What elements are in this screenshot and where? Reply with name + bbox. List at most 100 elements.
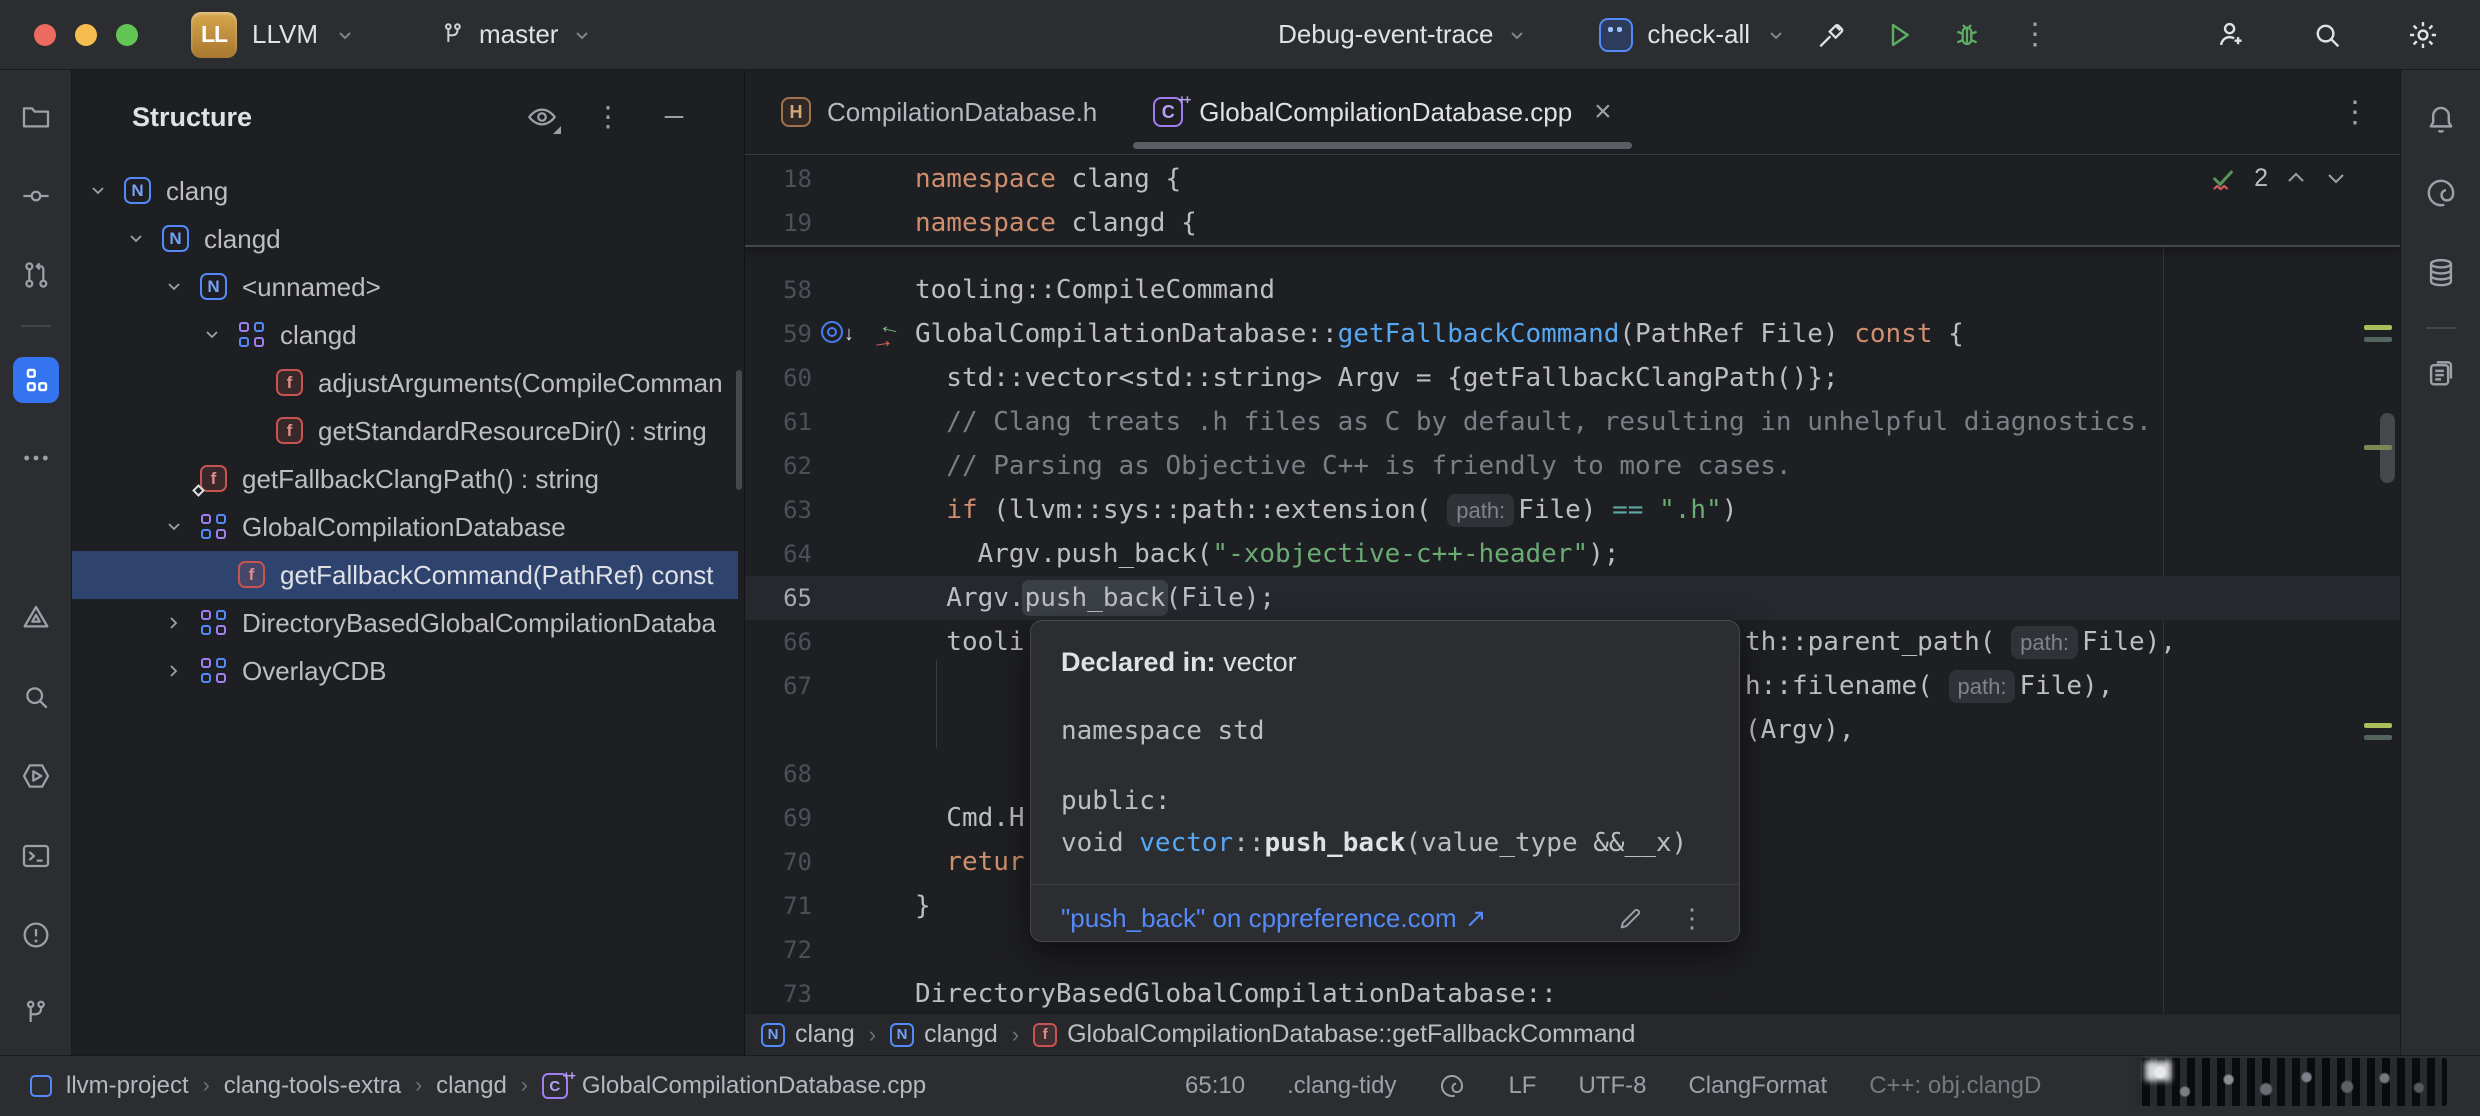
code-line[interactable]: 60 std::vector<std::string> Argv = {getF… [745, 356, 2400, 400]
pull-requests-tool-button[interactable] [13, 252, 59, 298]
tab-list-options-icon[interactable]: ⋮ [2340, 95, 2400, 130]
cppreference-link[interactable]: "push_back" on cppreference.com ↗ [1061, 903, 1486, 934]
build-button[interactable] [1808, 12, 1854, 58]
view-options-button[interactable] [524, 99, 560, 135]
close-window-button[interactable] [34, 24, 56, 46]
previous-highlight-icon[interactable] [2284, 166, 2308, 190]
edit-icon[interactable] [1617, 904, 1645, 932]
code-line[interactable]: 19namespace clangd { [745, 201, 2400, 245]
breadcrumb-clang[interactable]: clang [761, 1020, 855, 1049]
code-line[interactable]: 18namespace clang { [745, 157, 2400, 201]
inspections-widget[interactable]: 2 [2208, 163, 2348, 193]
zoom-window-button[interactable] [116, 24, 138, 46]
clang-tidy-widget[interactable]: .clang-tidy [1287, 1072, 1396, 1100]
chevron-right-icon[interactable] [164, 661, 184, 681]
hide-panel-button[interactable] [656, 99, 692, 135]
structure-tree-item[interactable]: clangd [72, 311, 738, 359]
breadcrumb-separator: › [869, 1022, 876, 1048]
vcs-branch-widget[interactable]: master [439, 19, 592, 50]
overriding-marker-icon[interactable] [821, 321, 843, 343]
code-with-me-button[interactable] [2208, 12, 2254, 58]
commit-tool-button[interactable] [13, 173, 59, 219]
code-line[interactable]: 73DirectoryBasedGlobalCompilationDatabas… [745, 972, 2400, 1013]
run-configuration-selector[interactable]: Debug-event-trace [1278, 19, 1527, 50]
structure-tree-item[interactable]: DirectoryBasedGlobalCompilationDataba [72, 599, 738, 647]
code-line[interactable]: 61 // Clang treats .h files as C by defa… [745, 400, 2400, 444]
chevron-down-icon[interactable] [202, 325, 222, 345]
recursive-call-icon[interactable]: ←→ [871, 312, 907, 356]
database-tool-button[interactable] [2418, 250, 2464, 296]
code-line[interactable]: 64 Argv.push_back("-xobjective-c++-heade… [745, 532, 2400, 576]
caret-position-widget[interactable]: 65:10 [1185, 1072, 1245, 1100]
inspections-tool-button[interactable] [13, 594, 59, 640]
documentation-tool-button[interactable] [2418, 350, 2464, 396]
chevron-right-icon[interactable] [164, 613, 184, 633]
structure-tree-item[interactable]: OverlayCDB [72, 647, 738, 695]
change-mark[interactable] [2364, 337, 2392, 342]
popup-more-icon[interactable]: ⋮ [1679, 903, 1705, 934]
tree-item-label: adjustArguments(CompileComman [318, 359, 723, 407]
run-button[interactable] [1876, 12, 1922, 58]
more-actions-button[interactable]: ⋮ [2012, 12, 2058, 58]
services-tool-button[interactable] [13, 753, 59, 799]
namespace-icon [162, 225, 189, 252]
search-everywhere-button[interactable] [2304, 12, 2350, 58]
breadcrumb-function[interactable]: GlobalCompilationDatabase::getFallbackCo… [1033, 1020, 1635, 1049]
change-mark[interactable] [2364, 735, 2392, 740]
code-line[interactable]: 58tooling::CompileCommand [745, 268, 2400, 312]
structure-tree-item[interactable]: <unnamed> [72, 263, 738, 311]
minimize-window-button[interactable] [75, 24, 97, 46]
change-mark[interactable] [2364, 445, 2392, 450]
structure-tree-item[interactable]: getFallbackClangPath() : string [72, 455, 738, 503]
debug-button[interactable] [1944, 12, 1990, 58]
structure-tree-item[interactable]: adjustArguments(CompileComman [72, 359, 738, 407]
change-mark[interactable] [2364, 325, 2392, 330]
project-widget[interactable]: LL LLVM [191, 12, 355, 58]
problems-tool-button[interactable] [13, 912, 59, 958]
code-line[interactable]: 62 // Parsing as Objective C++ is friend… [745, 444, 2400, 488]
commit-icon [20, 180, 52, 212]
code-token: namespace [915, 164, 1056, 194]
code-line[interactable]: 63 if (llvm::sys::path::extension( path:… [745, 488, 2400, 532]
editor-column: CompilationDatabase.h GlobalCompilationD… [745, 70, 2400, 1055]
structure-scrollbar[interactable] [736, 370, 742, 490]
structure-tree-item[interactable]: clangd [72, 215, 738, 263]
code-line[interactable]: 65 Argv.push_back(File); [745, 576, 2400, 620]
ai-assistant-tool-button[interactable] [2418, 170, 2464, 216]
encoding-widget[interactable]: UTF-8 [1578, 1072, 1646, 1100]
structure-tree-item[interactable]: clang [72, 167, 738, 215]
next-highlight-icon[interactable] [2324, 166, 2348, 190]
structure-tree-item[interactable]: getFallbackCommand(PathRef) const [72, 551, 738, 599]
build-target-selector[interactable]: check-all [1599, 18, 1786, 52]
chevron-down-icon[interactable] [164, 277, 184, 297]
line-separator-widget[interactable]: LF [1508, 1072, 1536, 1100]
inspections-ok-icon [2208, 163, 2238, 193]
notifications-tool-button[interactable] [2418, 97, 2464, 143]
structure-tool-button[interactable] [13, 357, 59, 403]
close-tab-icon[interactable]: × [1594, 95, 1612, 129]
language-context-widget: C++: obj.clangD [1869, 1072, 2041, 1100]
code-token: th::parent_path( [1745, 627, 2011, 657]
terminal-tool-button[interactable] [13, 833, 59, 879]
chevron-down-icon[interactable] [88, 181, 108, 201]
structure-tree-item[interactable]: getStandardResourceDir() : string [72, 407, 738, 455]
clang-format-widget[interactable]: ClangFormat [1688, 1072, 1827, 1100]
settings-button[interactable] [2400, 12, 2446, 58]
code-editor[interactable]: 58tooling::CompileCommand59←→GlobalCompi… [745, 155, 2400, 1013]
panel-options-button[interactable]: ⋮ [590, 99, 626, 135]
breadcrumb-clangd[interactable]: clangd [890, 1020, 998, 1049]
project-tool-button[interactable] [13, 94, 59, 140]
chevron-down-icon[interactable] [126, 229, 146, 249]
status-path[interactable]: llvm-project› clang-tools-extra› clangd›… [30, 1056, 926, 1116]
more-tools-button[interactable] [13, 435, 59, 481]
tab-compilationdatabase-h[interactable]: CompilationDatabase.h [753, 70, 1125, 154]
tab-globalcompilationdatabase-cpp[interactable]: GlobalCompilationDatabase.cpp × [1125, 70, 1639, 154]
build-target-name: check-all [1647, 19, 1750, 50]
code-line[interactable]: 59←→GlobalCompilationDatabase::getFallba… [745, 312, 2400, 356]
find-tool-button[interactable] [13, 674, 59, 720]
structure-tree-item[interactable]: GlobalCompilationDatabase [72, 503, 738, 551]
change-mark[interactable] [2364, 723, 2392, 728]
chevron-down-icon[interactable] [164, 517, 184, 537]
ai-status-icon[interactable] [1438, 1072, 1466, 1100]
version-control-tool-button[interactable] [13, 991, 59, 1037]
